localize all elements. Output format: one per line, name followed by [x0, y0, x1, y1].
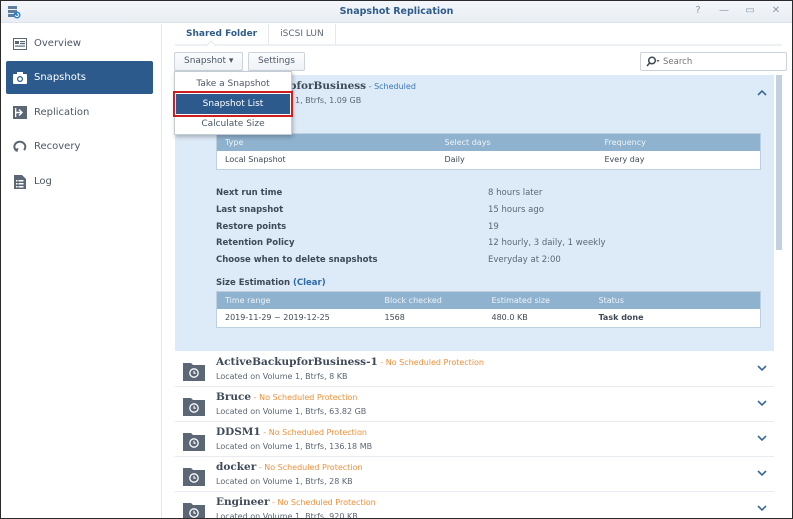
sidebar-item-snapshots[interactable]: Snapshots	[6, 61, 153, 94]
table-row[interactable]: 2019-11-29 ~ 2019-12-25 1568 480.0 KB Ta…	[217, 309, 761, 328]
task-status: Task done	[598, 313, 644, 323]
table-cell: Every day	[604, 155, 645, 165]
list-item[interactable]: docker - No Scheduled Protection Located…	[175, 457, 774, 492]
schedule-table: Type Select days Frequency Local Snapsho…	[216, 133, 761, 170]
folder-location: Located on Volume 1, Btrfs, 8 KB	[216, 372, 348, 381]
column-header: Time range	[216, 291, 377, 309]
list-item[interactable]: DDSM1 - No Scheduled Protection Located …	[175, 422, 774, 457]
folder-name: Bruce - No Scheduled Protection	[216, 391, 358, 403]
table-cell: Local Snapshot	[225, 155, 286, 165]
table-cell: 480.0 KB	[491, 313, 528, 323]
chevron-down-icon[interactable]	[756, 468, 768, 478]
search-icon[interactable]	[646, 56, 660, 67]
search-box[interactable]	[640, 52, 787, 71]
list-item[interactable]: ActiveBackupforBusiness-1 - No Scheduled…	[175, 352, 774, 387]
log-icon	[12, 174, 28, 190]
sidebar-item-label: Recovery	[34, 141, 81, 152]
search-input[interactable]	[663, 56, 773, 67]
chevron-down-icon[interactable]	[756, 433, 768, 443]
protection-status: - No Scheduled Protection	[269, 498, 376, 507]
app-window: Snapshot Replication ? — ▭ ✕ Overview Sn…	[0, 0, 793, 519]
table-row[interactable]: Local Snapshot Daily Every day	[217, 151, 761, 170]
column-header: Estimated size	[483, 291, 591, 309]
folder-location: Located on Volume 1, Btrfs, 28 KB	[216, 477, 353, 486]
folder-location: Located on Volume 1, Btrfs, 63.82 GB	[216, 407, 367, 416]
table-cell: Daily	[444, 155, 465, 165]
help-button[interactable]: ?	[692, 5, 704, 16]
tab-shared-folder[interactable]: Shared Folder	[175, 24, 270, 44]
folder-snapshot-icon	[183, 363, 205, 381]
size-estimation-label: Size Estimation (Clear)	[216, 278, 326, 288]
protection-status: - No Scheduled Protection	[256, 463, 363, 472]
folder-location: Located on Volume 1, Btrfs, 136.18 MB	[216, 442, 373, 451]
folder-location: Located on Volume 1, Btrfs, 920 KB	[216, 512, 358, 518]
settings-button[interactable]: Settings	[248, 52, 305, 71]
folder-name: DDSM1 - No Scheduled Protection	[216, 426, 367, 438]
snapshot-menu-button[interactable]: Snapshot ▾	[174, 52, 244, 71]
clear-link[interactable]: (Clear)	[293, 278, 326, 288]
folder-snapshot-icon	[183, 433, 205, 451]
column-header: Status	[590, 291, 761, 309]
sidebar-item-label: Replication	[34, 107, 90, 118]
menu-item-snapshot-list[interactable]: Snapshot List	[173, 91, 293, 117]
sidebar: Overview Snapshots Replication Recovery …	[1, 24, 162, 518]
minimize-button[interactable]: —	[718, 5, 730, 16]
folder-snapshot-icon	[183, 468, 205, 486]
size-estimation-table: Time range Block checked Estimated size …	[216, 291, 761, 328]
sidebar-item-label: Log	[34, 176, 52, 187]
list-item[interactable]: Bruce - No Scheduled Protection Located …	[175, 387, 774, 422]
protection-status: - No Scheduled Protection	[260, 428, 367, 437]
folder-name: Engineer - No Scheduled Protection	[216, 496, 376, 508]
tab-bar: Shared Folder iSCSI LUN	[175, 24, 782, 46]
tab-iscsi-lun[interactable]: iSCSI LUN	[269, 24, 336, 44]
overview-icon	[12, 36, 28, 52]
chevron-down-icon[interactable]	[756, 363, 768, 373]
folder-snapshot-icon	[183, 503, 205, 518]
table-cell: 2019-11-29 ~ 2019-12-25	[225, 313, 330, 323]
replication-icon	[12, 105, 28, 121]
sidebar-item-overview[interactable]: Overview	[6, 27, 153, 60]
chevron-up-icon[interactable]	[756, 88, 768, 98]
list-item[interactable]: Engineer - No Scheduled Protection Locat…	[175, 492, 774, 518]
column-header: Block checked	[376, 291, 484, 309]
recovery-icon	[12, 139, 28, 155]
column-header: Frequency	[596, 133, 761, 151]
scheduled-status: - Scheduled	[366, 82, 416, 91]
chevron-down-icon[interactable]	[756, 398, 768, 408]
column-header: Select days	[436, 133, 597, 151]
shared-folder-list: ActiveBackupforBusiness - Scheduled Loca…	[175, 75, 782, 518]
folder-snapshot-icon	[183, 398, 205, 416]
sidebar-item-replication[interactable]: Replication	[6, 96, 153, 129]
chevron-down-icon[interactable]	[756, 503, 768, 513]
scrollbar[interactable]	[776, 75, 782, 250]
sidebar-item-log[interactable]: Log	[6, 165, 153, 198]
protection-status: - No Scheduled Protection	[377, 358, 484, 367]
title-bar: Snapshot Replication ? — ▭ ✕	[1, 1, 792, 23]
close-button[interactable]: ✕	[770, 5, 782, 16]
camera-icon	[12, 70, 28, 86]
menu-item-take-snapshot[interactable]: Take a Snapshot	[176, 74, 290, 94]
folder-name: docker - No Scheduled Protection	[216, 461, 363, 473]
sidebar-item-label: Snapshots	[34, 72, 86, 83]
snapshot-dropdown-menu: Take a Snapshot Snapshot List Calculate …	[173, 71, 293, 135]
maximize-button[interactable]: ▭	[744, 5, 756, 16]
sidebar-item-label: Overview	[34, 38, 82, 49]
column-header: Type	[216, 133, 437, 151]
sidebar-item-recovery[interactable]: Recovery	[6, 130, 153, 163]
menu-item-calculate-size[interactable]: Calculate Size	[176, 114, 290, 134]
table-cell: 1568	[384, 313, 405, 323]
folder-name: ActiveBackupforBusiness-1 - No Scheduled…	[216, 356, 484, 368]
window-title: Snapshot Replication	[339, 6, 454, 17]
protection-status: - No Scheduled Protection	[251, 393, 358, 402]
